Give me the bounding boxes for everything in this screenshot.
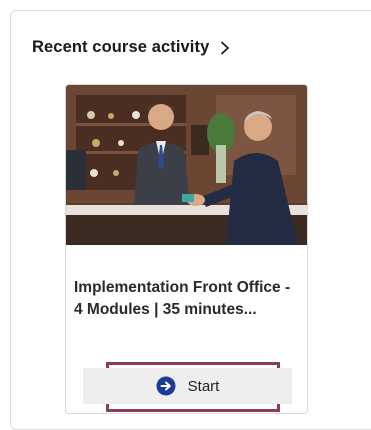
- start-button[interactable]: Start: [83, 368, 292, 404]
- recent-course-activity-link[interactable]: Recent course activity: [32, 38, 231, 57]
- course-title[interactable]: Implementation Front Office - 4 Modules …: [74, 277, 302, 321]
- course-thumbnail: [66, 85, 307, 245]
- chevron-right-icon: [221, 41, 230, 54]
- start-button-label: Start: [187, 377, 220, 395]
- arrow-right-circle-icon: [156, 376, 176, 396]
- section-title: Recent course activity: [32, 38, 210, 56]
- start-button-focus-outline: Start: [83, 362, 292, 412]
